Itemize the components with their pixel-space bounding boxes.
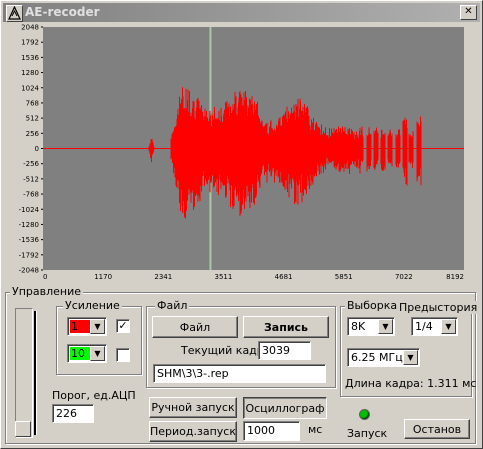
chevron-down-icon[interactable]: ▼ (90, 319, 105, 334)
title-bar: AE-recoder ✕ (3, 3, 480, 22)
gain-slider-thumb[interactable] (15, 421, 31, 437)
y-tick-label: 768 (26, 99, 39, 107)
period-input[interactable]: 1000 (243, 421, 300, 441)
sampling-value: 8K (351, 320, 366, 333)
x-tick-label: 0 (43, 273, 47, 281)
y-tick-label: 1536 (21, 54, 39, 62)
close-button[interactable]: ✕ (460, 5, 477, 20)
file-group-label: Файл (155, 299, 190, 312)
current-frame-input[interactable]: 3039 (258, 341, 311, 360)
oscillograph-button[interactable]: Осциллограф (243, 397, 327, 419)
y-tick-label: 1792 (21, 39, 39, 47)
x-tick-label: 7022 (395, 273, 413, 281)
x-tick-label: 2341 (154, 273, 172, 281)
x-tick-label: 3511 (215, 273, 233, 281)
control-group-label: Управление (10, 285, 84, 298)
period-unit: мс (308, 423, 323, 436)
check-icon: ✓ (118, 319, 128, 332)
prehistory-select[interactable]: 1/4 ▼ (411, 317, 458, 336)
gain-slider-track[interactable] (15, 308, 33, 438)
gain-ch2-value: 10 (70, 347, 90, 360)
slider-scale (34, 311, 37, 435)
window-title: AE-recoder (25, 5, 100, 19)
gain-ch2-select[interactable]: 10 ▼ (67, 344, 107, 363)
start-indicator-label: Запуск (347, 427, 388, 440)
y-tick-label: -512 (23, 175, 39, 183)
y-tick-label: -256 (23, 160, 39, 168)
record-button[interactable]: Запись (243, 316, 329, 338)
x-tick-label: 8192 (446, 273, 464, 281)
stop-button[interactable]: Останов (404, 419, 470, 439)
x-tick-label: 1170 (94, 273, 112, 281)
current-frame-label: Текущий кадр: (181, 344, 268, 357)
sampling-select[interactable]: 8K ▼ (347, 317, 395, 336)
file-button[interactable]: Файл (152, 316, 238, 338)
manual-start-button[interactable]: Ручной запуск (149, 397, 237, 418)
x-tick-label: 4681 (275, 273, 293, 281)
y-tick-label: -768 (23, 191, 39, 199)
gain-ch1-checkbox[interactable]: ✓ (116, 319, 130, 333)
file-path-input[interactable]: SHM\3\3-.rep (153, 364, 326, 383)
sampling-group-label: Выборка (345, 299, 400, 312)
start-indicator-led (360, 410, 369, 419)
y-tick-label: -2048 (19, 267, 39, 275)
prehistory-label: Предыстория (398, 301, 479, 314)
y-tick-label: 1280 (21, 69, 39, 77)
y-tick-label: -1792 (19, 251, 39, 259)
y-tick-label: 512 (26, 115, 39, 123)
y-tick-label: 256 (26, 130, 40, 138)
threshold-input[interactable]: 226 (52, 404, 94, 423)
y-tick-label: 1024 (21, 84, 39, 92)
prehistory-value: 1/4 (415, 320, 433, 333)
oscilloscope-display: 2048 1792 1536 1280 1024 768 512 256 0 -256 -512 -7… (19, 24, 464, 281)
x-tick-label: 5851 (335, 273, 353, 281)
gain-group-label: Усиление (63, 299, 122, 312)
y-tick-label: -1280 (19, 221, 39, 229)
y-tick-label: -1024 (19, 206, 40, 214)
app-window: AE-recoder ✕ 2048 1792 1536 1280 1024 768 512 2… (0, 0, 483, 449)
chevron-down-icon[interactable]: ▼ (403, 350, 418, 365)
app-icon (6, 5, 23, 22)
chevron-down-icon[interactable]: ▼ (378, 319, 393, 334)
gain-ch1-value: 1 (70, 320, 90, 333)
frequency-select[interactable]: 6.25 МГц ▼ (347, 348, 420, 367)
threshold-label: Порог, ед.АЦП (52, 389, 136, 402)
frequency-value: 6.25 МГц (351, 351, 403, 364)
gain-ch2-checkbox[interactable] (116, 348, 130, 362)
y-tick-label: -1536 (19, 236, 40, 244)
periodic-start-button[interactable]: Период.запуск (149, 421, 237, 442)
frame-length-label: Длина кадра: 1.311 мс (345, 377, 477, 390)
chevron-down-icon[interactable]: ▼ (90, 346, 105, 361)
y-tick-label: 0 (35, 145, 39, 153)
y-tick-label: 2048 (21, 24, 39, 32)
gain-ch1-select[interactable]: 1 ▼ (67, 317, 107, 336)
chevron-down-icon[interactable]: ▼ (441, 319, 456, 334)
